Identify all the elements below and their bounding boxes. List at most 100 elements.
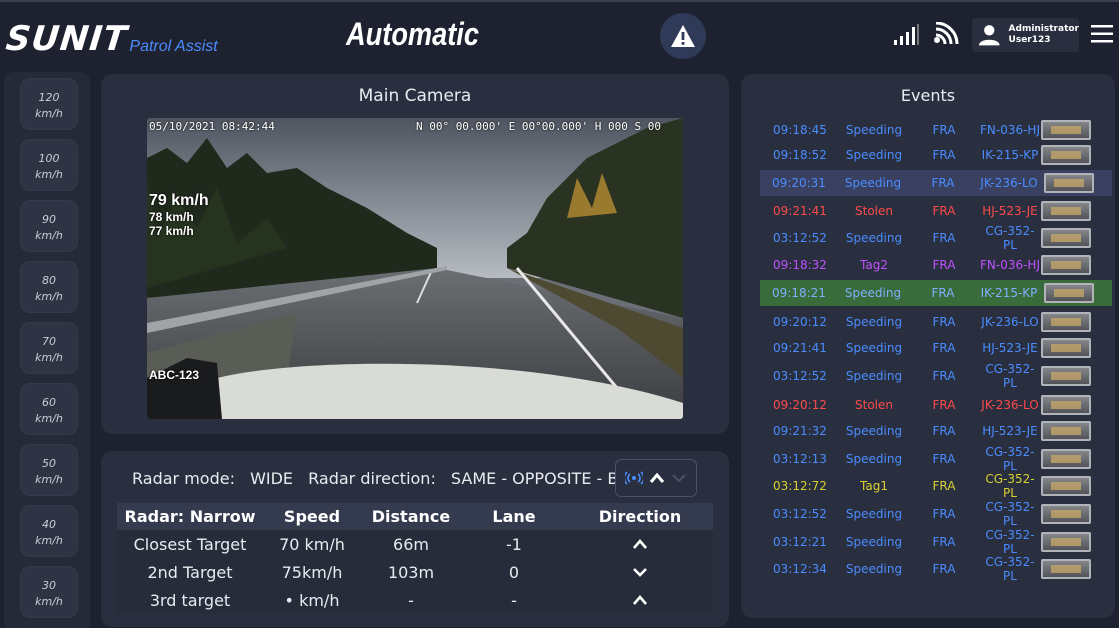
event-country: FRA	[932, 424, 956, 438]
event-row[interactable]: 09:18:45 Speeding FRA FN-036-HJ	[761, 117, 1109, 143]
radar-panel: Radar mode: WIDE Radar direction: SAME -…	[101, 451, 729, 627]
event-plate: CG-352-PL	[985, 362, 1035, 390]
event-time: 03:12:13	[773, 452, 827, 466]
events-panel: Events 09:18:45 Speeding FRA FN-036-HJ 09:18…	[741, 74, 1115, 618]
camera-feed[interactable]: 05/10/2021 08:42:44 N 00° 00.000' E 00°0…	[147, 118, 683, 419]
plate-thumbnail[interactable]	[1044, 283, 1094, 303]
logo: SUNIT Patrol Assist	[3, 16, 218, 59]
camera-speed-3: 77 km/h	[149, 224, 194, 238]
radar-table-header: Radar: Narrow Speed Distance Lane Direct…	[117, 503, 713, 530]
column-header: Direction	[598, 507, 682, 526]
event-type: Speeding	[845, 535, 903, 549]
plate-thumbnail[interactable]	[1041, 255, 1091, 275]
event-type: Speeding	[844, 176, 902, 190]
camera-gps: N 00° 00.000' E 00°00.000' H 000 S 00	[415, 120, 661, 133]
plate-thumbnail[interactable]	[1041, 421, 1091, 441]
menu-icon[interactable]	[1091, 24, 1113, 44]
radar-direction-toggle[interactable]	[615, 459, 697, 497]
event-plate: CG-352-PL	[985, 555, 1035, 583]
plate-thumbnail[interactable]	[1041, 228, 1091, 248]
logo-sub-text: Patrol Assist	[129, 38, 218, 55]
event-row[interactable]: 09:21:41 Stolen FRA HJ-523-JE	[761, 198, 1109, 224]
event-country: FRA	[932, 369, 956, 383]
alert-button[interactable]	[660, 13, 706, 59]
column-header: Radar: Narrow	[124, 507, 256, 526]
event-type: Speeding	[845, 369, 903, 383]
event-time: 09:20:31	[772, 176, 826, 190]
event-row[interactable]: 03:12:52 Speeding FRA CG-352-PL	[761, 362, 1109, 390]
plate-thumbnail[interactable]	[1041, 201, 1091, 221]
speed-limit-button[interactable]: 90 km/h	[20, 200, 78, 252]
speed-limit-button[interactable]: 50 km/h	[20, 444, 78, 496]
plate-thumbnail[interactable]	[1041, 312, 1091, 332]
event-row[interactable]: 09:18:52 Speeding FRA IK-215-KP	[761, 142, 1109, 168]
chevron-up-icon[interactable]	[649, 472, 665, 484]
plate-thumbnail[interactable]	[1044, 173, 1094, 193]
speed-limit-button[interactable]: 120 km/h	[20, 78, 78, 130]
radar-signal-icon	[625, 471, 643, 485]
plate-thumbnail[interactable]	[1041, 120, 1091, 140]
road-scene-image	[147, 118, 683, 419]
event-row[interactable]: 09:20:31 Speeding FRA JK-236-LO	[760, 170, 1112, 196]
plate-thumbnail[interactable]	[1041, 532, 1091, 552]
radar-table: Radar: Narrow Speed Distance Lane Direct…	[117, 503, 713, 614]
event-row[interactable]: 03:12:13 Speeding FRA CG-352-PL	[761, 445, 1109, 473]
direction-down-icon	[633, 567, 647, 577]
event-type: Stolen	[855, 204, 893, 218]
event-country: FRA	[932, 398, 956, 412]
event-plate: JK-236-LO	[981, 398, 1039, 412]
event-type: Speeding	[845, 341, 903, 355]
event-row[interactable]: 09:18:32 Tag2 FRA FN-036-HJ	[761, 252, 1109, 278]
chevron-down-icon[interactable]	[671, 472, 687, 484]
speed-limit-button[interactable]: 80 km/h	[20, 261, 78, 313]
speed-limit-button[interactable]: 40 km/h	[20, 505, 78, 557]
plate-thumbnail[interactable]	[1041, 504, 1091, 524]
event-row[interactable]: 03:12:34 Speeding FRA CG-352-PL	[761, 555, 1109, 583]
event-row[interactable]: 03:12:52 Speeding FRA CG-352-PL	[761, 500, 1109, 528]
plate-thumbnail[interactable]	[1041, 559, 1091, 579]
warning-icon	[671, 25, 695, 47]
speed-limit-button[interactable]: 100 km/h	[20, 139, 78, 191]
event-country: FRA	[932, 231, 956, 245]
event-plate: CG-352-PL	[985, 500, 1035, 528]
column-header: Lane	[492, 507, 536, 526]
event-time: 09:18:32	[773, 258, 827, 272]
event-row[interactable]: 09:21:41 Speeding FRA HJ-523-JE	[761, 335, 1109, 361]
event-time: 09:18:21	[772, 286, 826, 300]
plate-thumbnail[interactable]	[1041, 366, 1091, 386]
camera-panel: Main Camera 05/10/2021 08:42:44 N 00° 00…	[101, 74, 729, 434]
event-row[interactable]: 09:20:12 Stolen FRA JK-236-LO	[761, 392, 1109, 418]
radar-mode-value[interactable]: WIDE	[250, 469, 293, 488]
event-type: Tag2	[860, 258, 888, 272]
user-menu[interactable]: Administrator User123	[972, 18, 1079, 52]
event-row[interactable]: 09:18:21 Speeding FRA IK-215-KP	[760, 280, 1112, 306]
event-plate: FN-036-HJ	[979, 123, 1040, 137]
speed-limit-button[interactable]: 60 km/h	[20, 383, 78, 435]
event-row[interactable]: 09:21:32 Speeding FRA HJ-523-JE	[761, 418, 1109, 444]
speed-limit-button[interactable]: 70 km/h	[20, 322, 78, 374]
event-country: FRA	[932, 204, 956, 218]
event-type: Speeding	[845, 231, 903, 245]
plate-thumbnail[interactable]	[1041, 449, 1091, 469]
event-row[interactable]: 03:12:72 Tag1 FRA CG-352-PL	[761, 472, 1109, 500]
column-header: Distance	[371, 507, 451, 526]
event-row[interactable]: 03:12:52 Speeding FRA CG-352-PL	[761, 224, 1109, 252]
plate-thumbnail[interactable]	[1041, 145, 1091, 165]
speed-limit-button[interactable]: 30 km/h	[20, 566, 78, 618]
event-time: 09:21:41	[773, 204, 827, 218]
event-plate: CG-352-PL	[985, 528, 1035, 556]
logo-main-text: SUNIT	[3, 19, 130, 59]
event-country: FRA	[931, 176, 955, 190]
radar-direction-label: Radar direction:	[308, 469, 436, 488]
plate-thumbnail[interactable]	[1041, 476, 1091, 496]
event-row[interactable]: 03:12:21 Speeding FRA CG-352-PL	[761, 528, 1109, 556]
radar-mode-line: Radar mode: WIDE Radar direction: SAME -…	[132, 469, 662, 488]
events-title: Events	[900, 86, 956, 105]
plate-thumbnail[interactable]	[1041, 395, 1091, 415]
event-time: 09:18:52	[773, 148, 827, 162]
event-time: 03:12:52	[773, 231, 827, 245]
event-row[interactable]: 09:20:12 Speeding FRA JK-236-LO	[761, 309, 1109, 335]
event-type: Stolen	[855, 398, 893, 412]
event-time: 09:18:45	[773, 123, 827, 137]
plate-thumbnail[interactable]	[1041, 338, 1091, 358]
